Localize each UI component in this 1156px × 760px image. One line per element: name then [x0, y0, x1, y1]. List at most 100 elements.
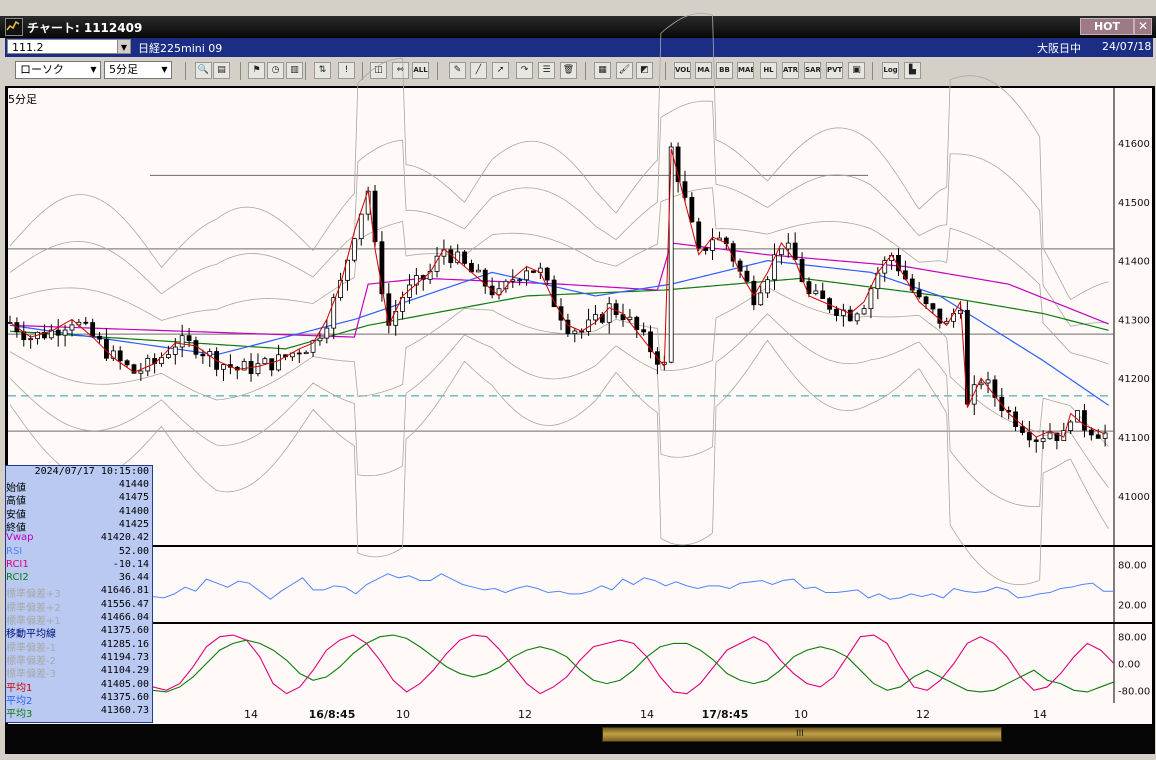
candle-body — [779, 248, 784, 256]
info-row: 終値 41425 — [6, 519, 152, 534]
price-tick-label: 41100 — [1118, 433, 1150, 444]
grip-icon: III — [796, 729, 804, 739]
info-row: 平均1 41405.00 — [6, 678, 152, 694]
candle-body — [868, 288, 874, 310]
candle-body — [930, 303, 936, 310]
candle-body — [255, 363, 261, 374]
candle-body — [765, 279, 771, 294]
time-tick-label: 12 — [916, 708, 930, 721]
candle-body — [971, 384, 977, 405]
info-timestamp: 2024/07/17 10:15:00 — [34, 466, 149, 477]
candle-body — [296, 352, 302, 355]
candle-body — [104, 338, 109, 359]
rci-panel — [8, 624, 1152, 703]
candle-body — [985, 379, 991, 384]
candle-body — [689, 196, 695, 223]
candle-body — [475, 269, 481, 273]
scrollbar-thumb[interactable]: III — [602, 727, 1002, 742]
candle-body — [97, 335, 102, 340]
candle-body — [221, 364, 226, 370]
candle-body — [276, 354, 282, 371]
candle-body — [324, 327, 330, 339]
info-value: 41360.73 — [100, 705, 149, 717]
info-value: 41194.73 — [100, 651, 149, 663]
candle-body — [710, 239, 715, 251]
info-row: RSI 52.00 — [6, 546, 152, 559]
info-row: 平均3 41360.73 — [6, 705, 152, 720]
candle-body — [145, 358, 151, 372]
info-row: RCI1 -10.14 — [6, 559, 152, 572]
candle-body — [758, 292, 764, 306]
candle-body — [544, 267, 550, 281]
candle-body — [351, 238, 357, 261]
chart-period-label: 5分足 — [8, 93, 37, 106]
info-value: 52.00 — [118, 545, 149, 557]
rsi-tick-label: 80.00 — [1118, 560, 1147, 571]
candle-body — [854, 313, 860, 322]
info-row: 標準偏差+2 41556.47 — [6, 598, 152, 614]
candle-body — [916, 289, 922, 298]
price-tick-label: 41200 — [1118, 374, 1150, 385]
info-row: 標準偏差-2 41194.73 — [6, 651, 152, 667]
price-tick-label: 41300 — [1118, 315, 1150, 326]
x-axis-labels: 14 16/8:45 10 12 14 17/8:45 10 12 14 — [153, 704, 1115, 724]
candle-body — [785, 242, 791, 250]
candle-body — [834, 308, 839, 316]
candle-body — [958, 309, 963, 315]
time-tick-label: 17/8:45 — [701, 708, 749, 721]
candle-body — [124, 360, 130, 366]
candle-body — [696, 221, 702, 249]
candle-body — [978, 382, 984, 386]
chart-svg[interactable]: 41000 41100 41200 41300 41400 41500 41600 80.00… — [0, 0, 1156, 760]
info-row: 平均2 41375.60 — [6, 691, 152, 707]
candle-body — [28, 338, 34, 341]
info-value: 41466.04 — [100, 612, 149, 623]
candle-body — [90, 322, 96, 337]
info-label: RCI2 — [6, 572, 29, 584]
time-tick-label: 12 — [518, 708, 532, 721]
candle-body — [820, 290, 826, 299]
candle-body — [593, 314, 598, 321]
data-window: 2024/07/17 10:15:00 始値 41440 高値 41475 安値 4140… — [5, 465, 153, 723]
candle-body — [634, 316, 640, 331]
candle-body — [1020, 426, 1025, 433]
info-value: 36.44 — [118, 572, 149, 584]
info-value: 41556.47 — [100, 598, 149, 610]
rsi-panel — [8, 547, 1152, 622]
info-value: 41375.60 — [100, 691, 149, 703]
candle-body — [117, 350, 123, 362]
info-value: -10.14 — [112, 558, 149, 570]
info-row: 始値 41440 — [6, 479, 152, 494]
candle-body — [613, 303, 619, 315]
info-value: 41405.00 — [100, 678, 149, 690]
time-tick-label: 10 — [794, 708, 808, 721]
info-value: 41104.29 — [100, 665, 149, 677]
candle-body — [200, 353, 206, 357]
price-tick-label: 41500 — [1118, 198, 1150, 209]
info-value: 41285.16 — [100, 638, 149, 650]
info-row: 標準偏差+1 41466.04 — [6, 612, 152, 627]
info-value: 41646.81 — [100, 585, 149, 597]
info-label: RSI — [6, 545, 23, 557]
candle-body — [792, 242, 798, 260]
candle-body — [1026, 432, 1032, 441]
candle-body — [1088, 429, 1094, 436]
candle-body — [813, 290, 819, 295]
candle-body — [1095, 434, 1101, 439]
rci-tick-label: 0.00 — [1118, 660, 1140, 671]
info-row: 高値 41475 — [6, 492, 152, 507]
info-value: 41400 — [118, 505, 149, 517]
info-value: 41475 — [118, 492, 149, 504]
info-row: 標準偏差-1 41285.16 — [6, 638, 152, 654]
price-tick-label: 41000 — [1118, 492, 1150, 503]
candle-body — [186, 335, 192, 341]
candle-body — [83, 321, 89, 324]
candle-body — [172, 346, 178, 355]
candle-body — [627, 316, 633, 320]
candle-body — [386, 293, 392, 326]
candle-body — [641, 329, 647, 333]
rsi-tick-label: 20.00 — [1118, 601, 1147, 612]
candle-body — [1068, 421, 1074, 431]
info-value: 41440 — [118, 479, 149, 490]
candle-body — [138, 370, 144, 374]
